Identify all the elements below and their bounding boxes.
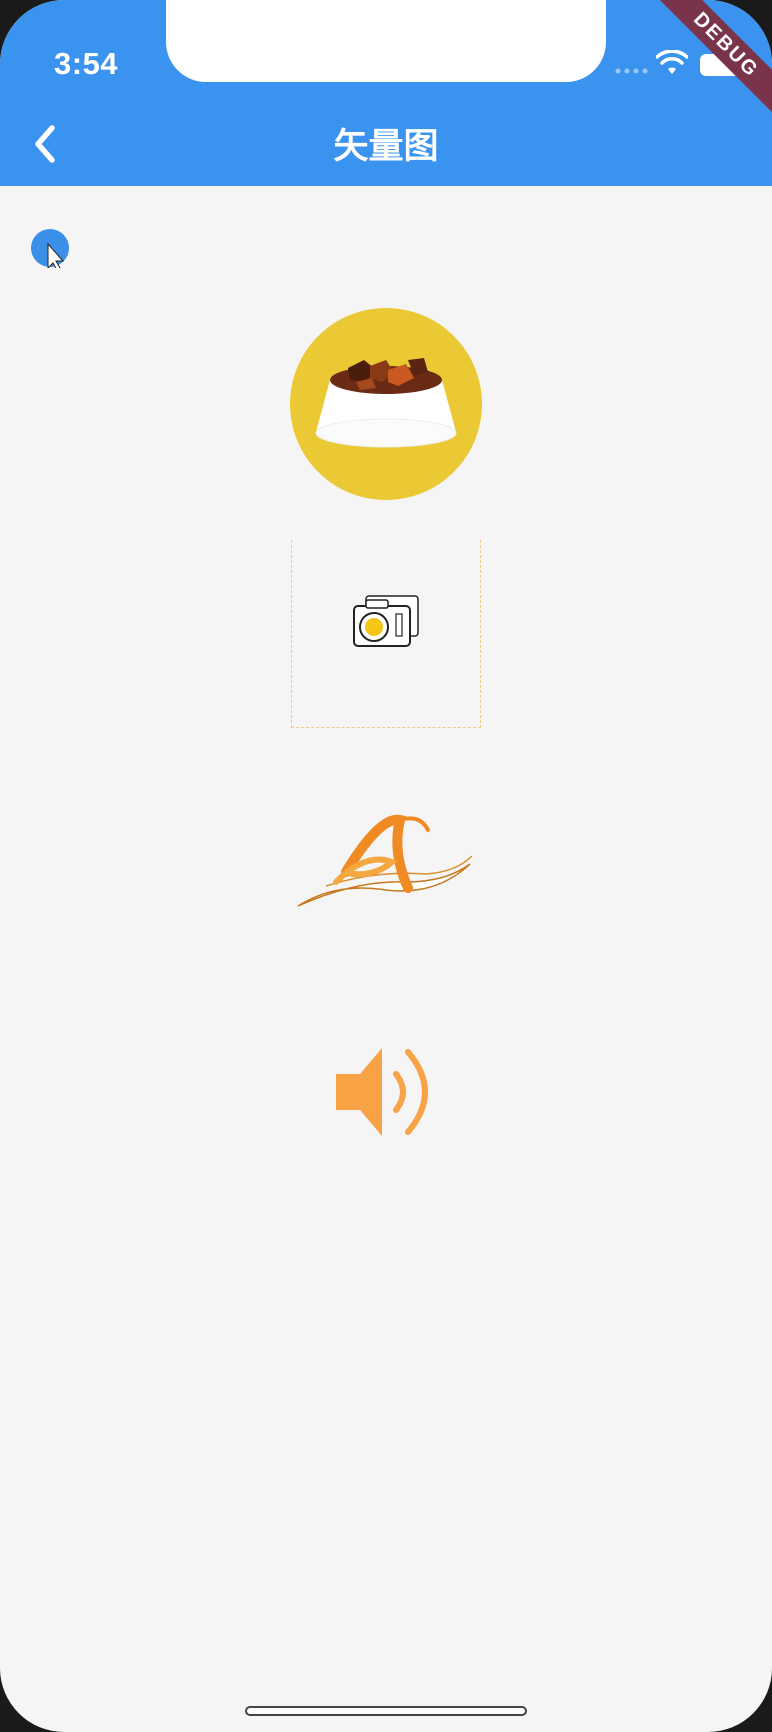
food-bowl-image — [290, 308, 482, 500]
phone-screen: 3:54 DEBUG 矢量图 — [0, 0, 772, 1732]
page-title: 矢量图 — [333, 127, 439, 167]
device-notch — [166, 0, 606, 82]
home-indicator[interactable] — [245, 1706, 527, 1716]
status-time: 3:54 — [54, 46, 119, 81]
wifi-icon — [656, 50, 688, 74]
speaker-icon — [336, 1048, 428, 1136]
cellular-signal-icon — [615, 68, 648, 74]
camera-icon — [353, 595, 419, 647]
pointer-cursor-icon — [31, 229, 69, 268]
app-bar: 3:54 DEBUG 矢量图 — [0, 0, 772, 186]
letter-a-logo — [297, 814, 473, 907]
